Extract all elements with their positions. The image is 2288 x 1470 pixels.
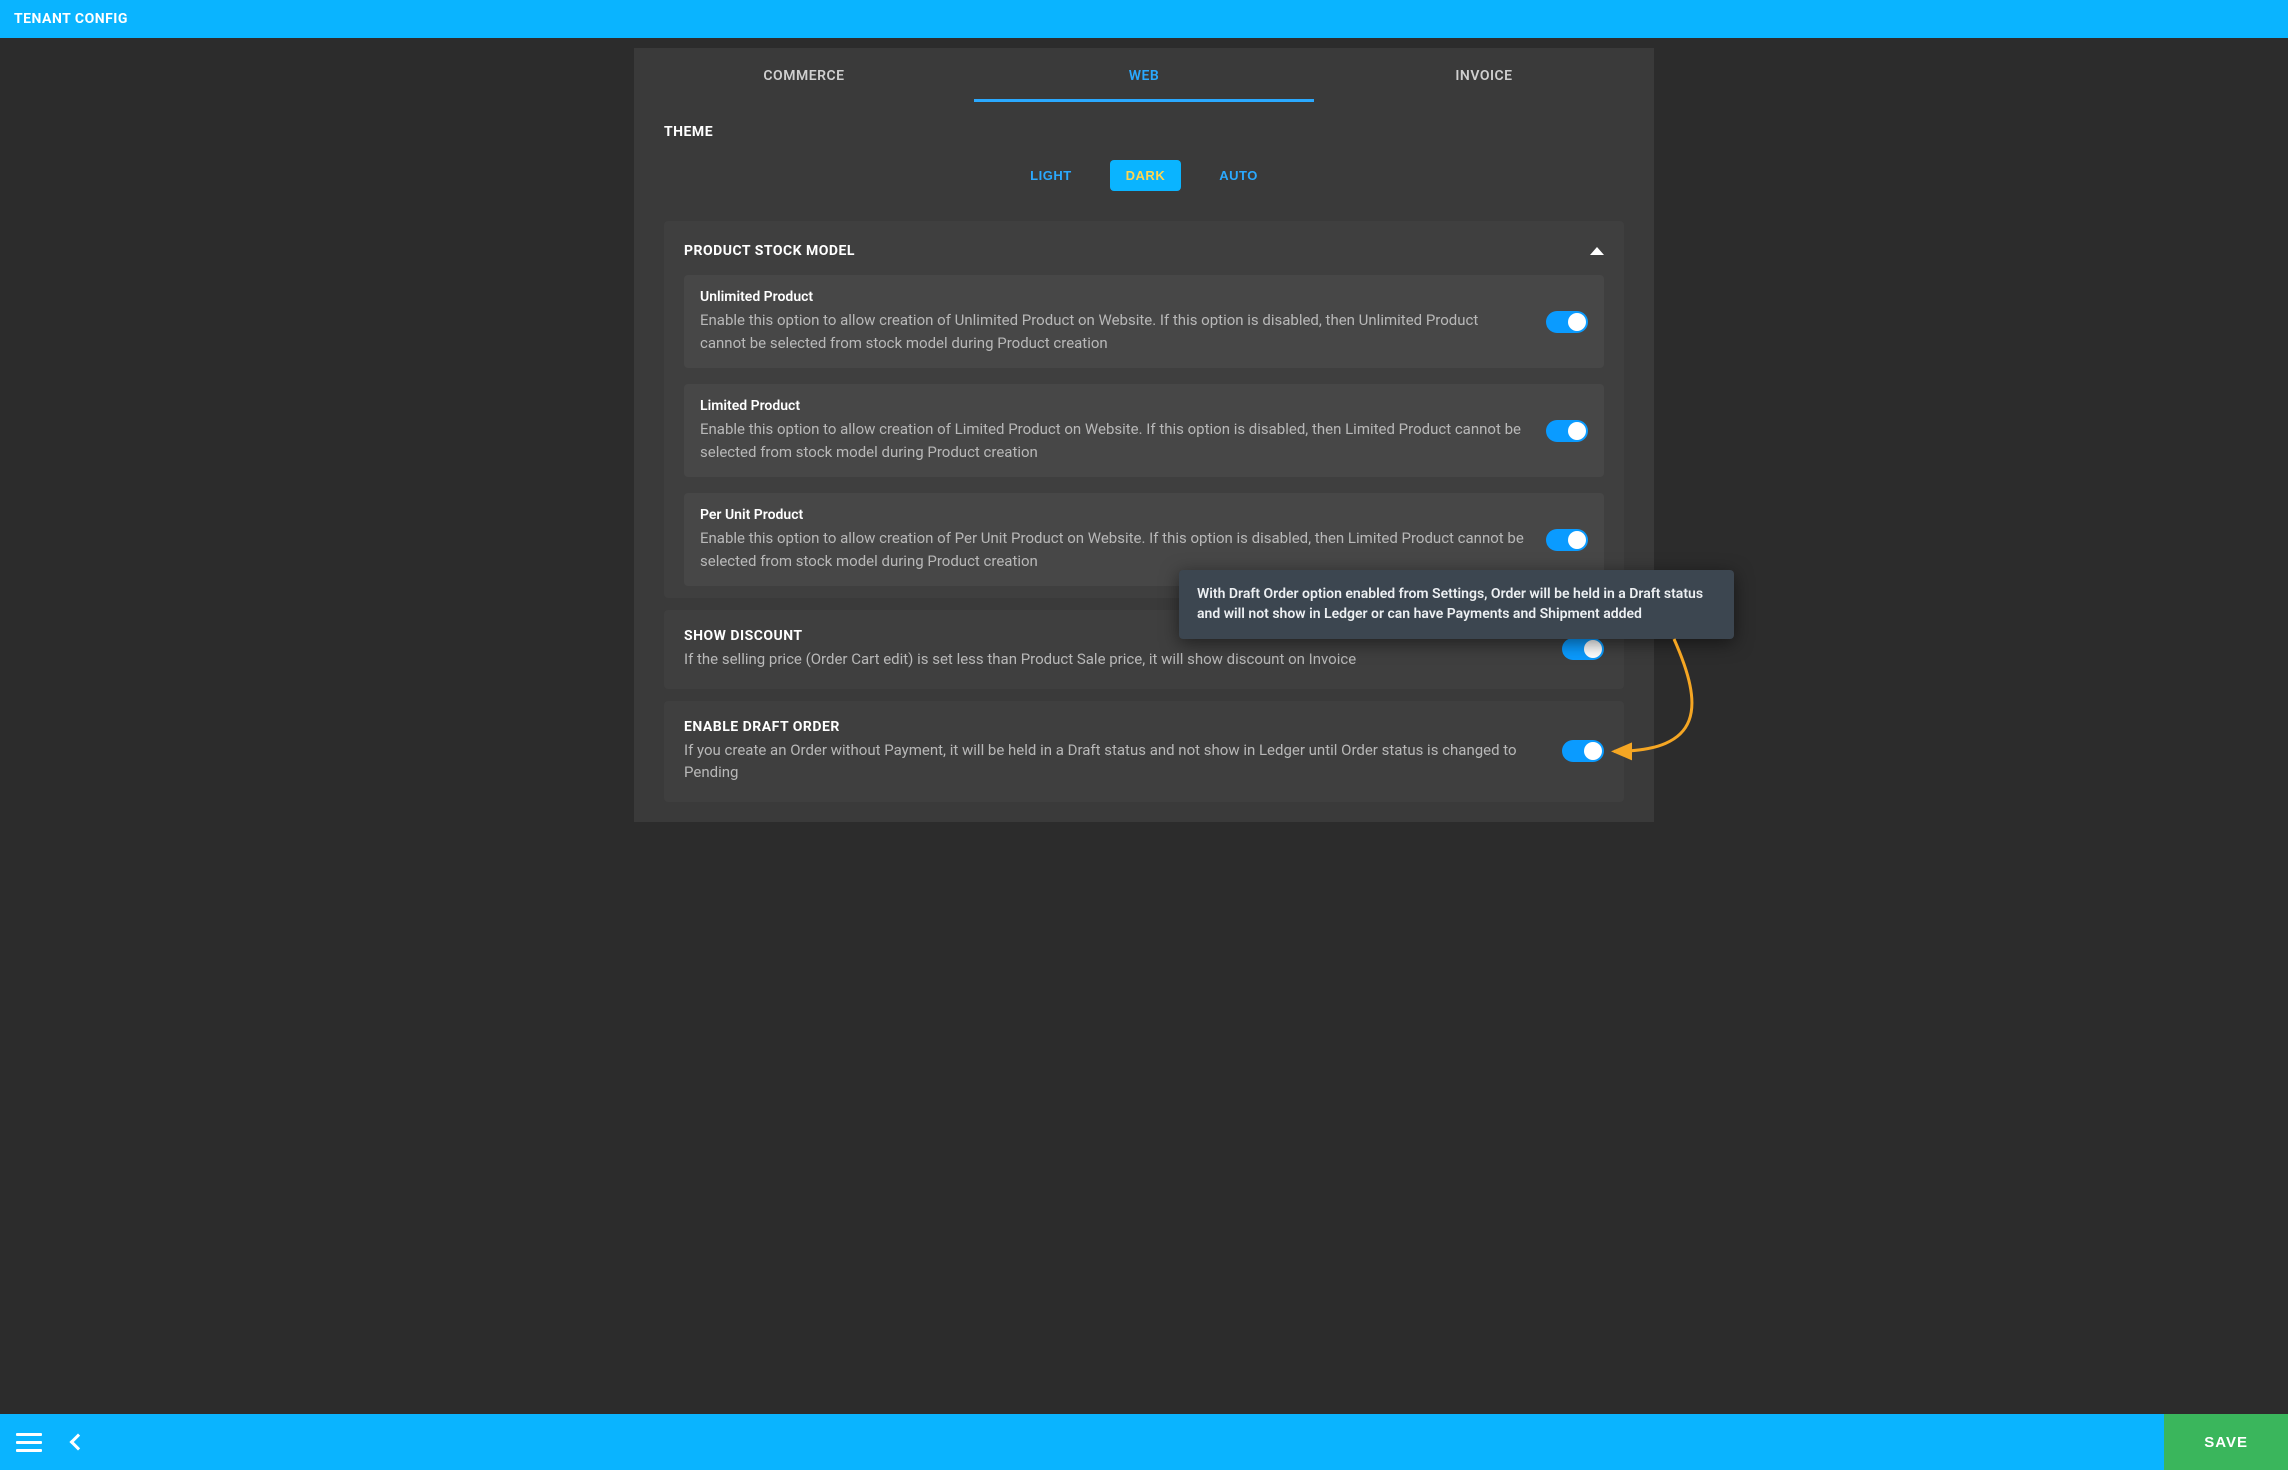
tab-invoice[interactable]: INVOICE: [1314, 50, 1654, 102]
chevron-up-icon: [1590, 247, 1604, 255]
draft-order-tooltip: With Draft Order option enabled from Set…: [1179, 570, 1734, 639]
stock-model-title: PRODUCT STOCK MODEL: [684, 243, 855, 259]
menu-icon[interactable]: [16, 1433, 42, 1452]
show-discount-desc: If the selling price (Order Cart edit) i…: [684, 648, 1542, 671]
app-footer: SAVE: [0, 1414, 2288, 1470]
draft-order-section: ENABLE DRAFT ORDER If you create an Orde…: [664, 701, 1624, 802]
app-header: TENANT CONFIG: [0, 0, 2288, 38]
draft-order-desc: If you create an Order without Payment, …: [684, 739, 1542, 784]
config-panel: COMMERCE WEB INVOICE THEME LIGHT DARK AU…: [634, 48, 1654, 822]
perunit-product-title: Per Unit Product: [700, 507, 1526, 523]
unlimited-product-desc: Enable this option to allow creation of …: [700, 309, 1526, 354]
perunit-product-toggle[interactable]: [1546, 529, 1588, 551]
theme-dark-button[interactable]: DARK: [1110, 160, 1182, 191]
save-button[interactable]: SAVE: [2164, 1414, 2288, 1470]
limited-product-toggle[interactable]: [1546, 420, 1588, 442]
limited-product-desc: Enable this option to allow creation of …: [700, 418, 1526, 463]
tab-commerce[interactable]: COMMERCE: [634, 50, 974, 102]
perunit-product-desc: Enable this option to allow creation of …: [700, 527, 1526, 572]
tab-bar: COMMERCE WEB INVOICE: [634, 48, 1654, 104]
theme-selector: LIGHT DARK AUTO: [664, 160, 1624, 191]
draft-order-toggle[interactable]: [1562, 740, 1604, 762]
unlimited-product-toggle[interactable]: [1546, 311, 1588, 333]
stock-model-card: PRODUCT STOCK MODEL Unlimited Product En…: [664, 221, 1624, 598]
show-discount-toggle[interactable]: [1562, 638, 1604, 660]
theme-section-title: THEME: [664, 124, 1624, 140]
theme-auto-button[interactable]: AUTO: [1203, 160, 1274, 191]
limited-product-title: Limited Product: [700, 398, 1526, 414]
limited-product-row: Limited Product Enable this option to al…: [684, 384, 1604, 477]
draft-order-title: ENABLE DRAFT ORDER: [684, 719, 1542, 735]
stock-model-header[interactable]: PRODUCT STOCK MODEL: [684, 243, 1604, 259]
unlimited-product-row: Unlimited Product Enable this option to …: [684, 275, 1604, 368]
tab-web[interactable]: WEB: [974, 50, 1314, 102]
tooltip-text: With Draft Order option enabled from Set…: [1197, 586, 1703, 622]
app-title: TENANT CONFIG: [14, 11, 128, 27]
theme-light-button[interactable]: LIGHT: [1014, 160, 1088, 191]
back-icon[interactable]: [70, 1434, 87, 1451]
unlimited-product-title: Unlimited Product: [700, 289, 1526, 305]
